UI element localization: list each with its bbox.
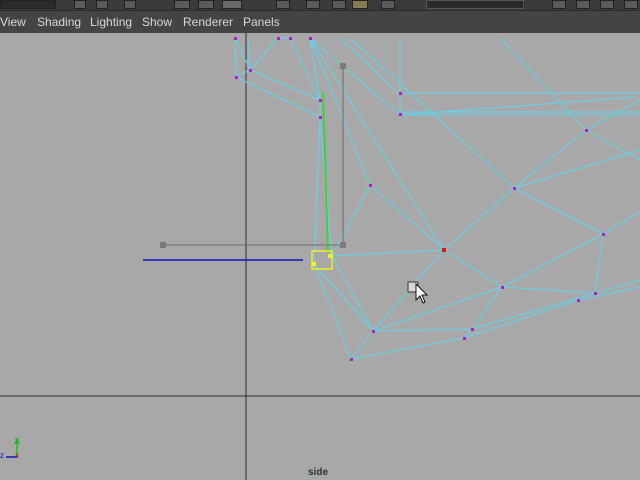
manip-handle-corner [340,242,346,248]
make-live-icon[interactable] [381,0,395,9]
mesh-vertices[interactable] [234,37,605,361]
panel-menu-bar: View Shading Lighting Show Renderer Pane… [0,11,640,33]
menu-panels[interactable]: Panels [243,15,280,29]
axis-label-x: x [15,451,19,460]
side-viewport[interactable]: y z x side [0,33,640,480]
menu-renderer[interactable]: Renderer [183,15,233,29]
camera-label: side [308,467,329,478]
axis-label-z: z [0,451,4,460]
render-frame-icon[interactable] [74,0,86,9]
toolbar-field[interactable] [0,0,56,9]
render-settings-icon[interactable] [96,0,108,9]
lasso-tool-icon[interactable] [198,0,214,9]
select-tool-icon[interactable] [174,0,190,9]
select-cursor-icon [407,281,429,304]
manip-handle-top [340,63,346,69]
snap-grid-icon[interactable] [276,0,290,9]
top-toolbar [0,0,640,11]
menu-view[interactable]: View [0,15,26,29]
sidebar-icon-1[interactable] [552,0,566,9]
mesh-wireframe[interactable] [234,37,640,360]
toolbar-input-field[interactable] [426,0,524,9]
menu-lighting[interactable]: Lighting [90,15,132,29]
manip-handle-left [160,242,166,248]
sidebar-icon-2[interactable] [576,0,590,9]
menu-show[interactable]: Show [142,15,172,29]
manip-y-axis [322,91,329,253]
snap-curve-icon[interactable] [306,0,320,9]
render-view-icon[interactable] [124,0,136,9]
paint-select-icon[interactable] [222,0,242,9]
sidebar-icon-4[interactable] [624,0,638,9]
sidebar-icon-3[interactable] [600,0,614,9]
snap-point-icon[interactable] [332,0,346,9]
selected-vertex[interactable] [442,248,446,252]
snap-plane-icon[interactable] [352,0,368,9]
axis-label-y: y [15,435,19,444]
viewport-canvas[interactable] [0,33,640,480]
menu-shading[interactable]: Shading [37,15,81,29]
